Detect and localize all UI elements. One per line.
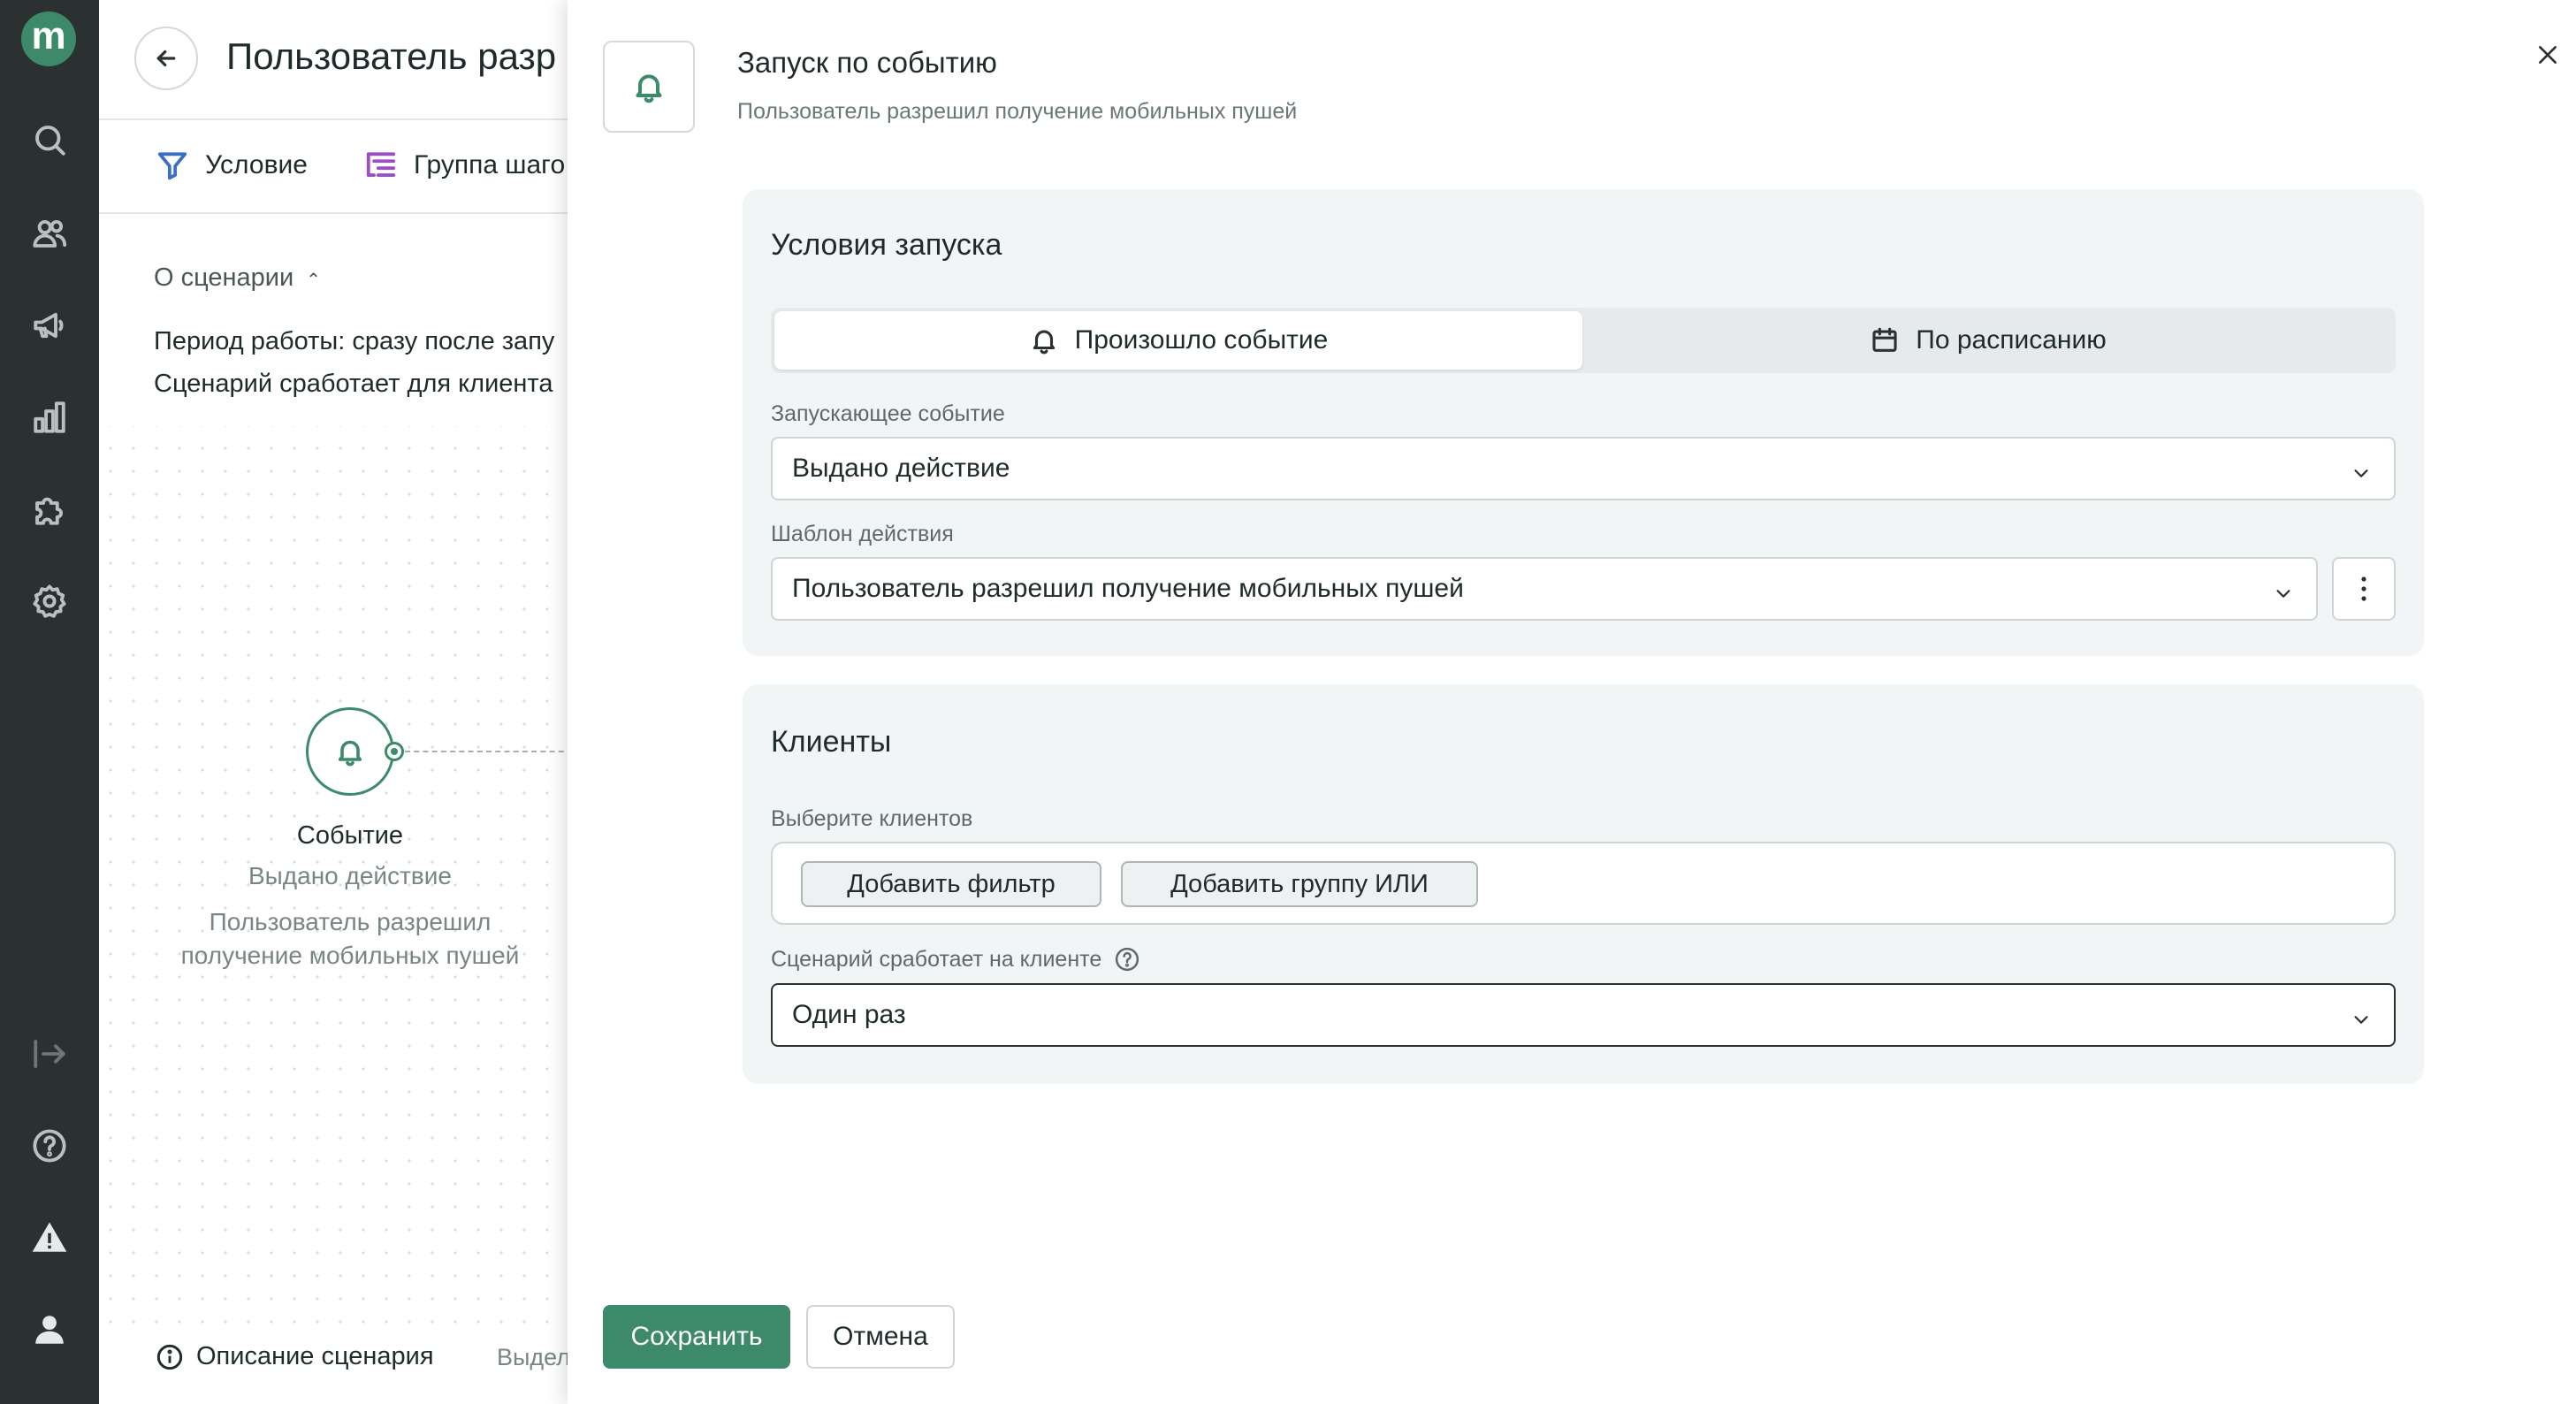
launch-conditions-title: Условия запуска <box>771 228 1002 262</box>
drawer-title: Запуск по событию <box>737 46 997 79</box>
close-icon <box>2539 46 2557 64</box>
back-button[interactable] <box>134 27 198 90</box>
add-filter-button[interactable]: Добавить фильтр <box>801 861 1101 907</box>
search-icon[interactable] <box>27 117 72 163</box>
scenario-footer: Описание сценария Выдел <box>99 1326 568 1404</box>
add-step-group-button[interactable]: Группа шаго <box>364 149 565 182</box>
add-condition-button[interactable]: Условие <box>156 149 308 182</box>
app-rail: m <box>0 0 99 1404</box>
step-group-icon <box>366 152 396 177</box>
template-more-button[interactable] <box>2332 557 2396 621</box>
info-icon <box>156 1344 183 1370</box>
bell-icon <box>338 740 362 767</box>
logout-icon[interactable] <box>27 1031 72 1077</box>
filter-icon <box>157 152 187 180</box>
about-period: Период работы: сразу после запу <box>154 327 555 355</box>
trigger-event-select[interactable]: Выдано действие <box>771 437 2396 500</box>
node-event: Выдано действие <box>248 862 452 889</box>
chevron-down-icon <box>2351 1006 2371 1026</box>
calendar-icon <box>1872 327 1897 352</box>
action-template-value: Пользователь разрешил получение мобильны… <box>792 574 1464 603</box>
mode-schedule-option[interactable]: По расписанию <box>1584 311 2392 370</box>
trigger-event-value: Выдано действие <box>792 454 1010 483</box>
node-type: Событие <box>296 821 404 850</box>
bell-icon <box>636 74 662 103</box>
about-heading: О сценарии <box>154 263 294 292</box>
description-label: Описание сценария <box>196 1342 434 1370</box>
user-icon[interactable] <box>27 1307 72 1353</box>
cancel-button[interactable]: Отмена <box>806 1305 955 1369</box>
more-vertical-icon <box>2361 576 2366 601</box>
chevron-down-icon <box>2274 580 2293 599</box>
app-logo[interactable]: m <box>21 11 76 66</box>
node-template: Пользователь разрешил получение мобильны… <box>180 908 520 969</box>
bell-icon <box>1033 330 1055 355</box>
mode-schedule-label: По расписанию <box>1916 325 2107 355</box>
launch-settings-drawer: Запуск по событию Пользователь разрешил … <box>568 0 2576 1404</box>
select-clients-label: Выберите клиентов <box>771 806 973 831</box>
save-button[interactable]: Сохранить <box>603 1305 790 1369</box>
users-icon[interactable] <box>27 210 72 256</box>
event-node[interactable] <box>306 707 394 796</box>
action-template-label: Шаблон действия <box>771 522 954 546</box>
drawer-event-badge <box>603 41 695 133</box>
frequency-label: Сценарий сработает на клиенте <box>771 946 1102 972</box>
frequency-value: Один раз <box>792 1000 906 1029</box>
clients-title: Клиенты <box>771 725 892 759</box>
bar-chart-icon[interactable] <box>27 394 72 440</box>
chevron-up-icon: ⌃ <box>306 271 322 290</box>
launch-mode-switch: Произошло событие По расписанию <box>771 308 2396 373</box>
selected-label: Выдел <box>497 1344 568 1370</box>
warning-icon[interactable] <box>27 1215 72 1261</box>
frequency-select[interactable]: Один раз <box>771 983 2396 1047</box>
frequency-label-row: Сценарий сработает на клиенте <box>771 946 1140 973</box>
add-or-group-button[interactable]: Добавить группу ИЛИ <box>1121 861 1478 907</box>
client-filter-box: Добавить фильтр Добавить группу ИЛИ <box>771 842 2396 925</box>
add-step-group-label: Группа шаго <box>414 150 566 179</box>
help-icon[interactable] <box>27 1123 72 1169</box>
node-output-port[interactable] <box>385 742 404 761</box>
scenario-canvas: Пользователь разр Условие Группа шаго О … <box>99 0 568 1404</box>
help-icon[interactable] <box>1114 946 1140 973</box>
arrow-left-icon <box>156 50 176 67</box>
scenario-header: Пользователь разр <box>99 0 568 120</box>
clients-card: Клиенты Выберите клиентов Добавить фильт… <box>743 684 2424 1084</box>
scenario-about: О сценарии ⌃ Период работы: сразу после … <box>99 214 568 426</box>
drawer-subtitle: Пользователь разрешил получение мобильны… <box>737 99 1298 124</box>
mode-event-label: Произошло событие <box>1074 325 1329 355</box>
scenario-title: Пользователь разр <box>226 35 557 77</box>
close-button[interactable] <box>2532 39 2564 71</box>
trigger-event-label: Запускающее событие <box>771 401 1005 426</box>
node-connection <box>405 751 568 752</box>
scenario-toolbar: Условие Группа шаго <box>99 120 568 214</box>
megaphone-icon[interactable] <box>27 302 72 348</box>
about-toggle[interactable]: О сценарии ⌃ <box>154 263 321 293</box>
gear-icon[interactable] <box>27 578 72 624</box>
action-template-select[interactable]: Пользователь разрешил получение мобильны… <box>771 557 2318 621</box>
add-condition-label: Условие <box>205 150 308 179</box>
chevron-down-icon <box>2351 460 2371 479</box>
puzzle-icon[interactable] <box>27 486 72 532</box>
about-works-for: Сценарий сработает для клиента <box>154 370 553 398</box>
scenario-description-link[interactable]: Описание сценария <box>156 1342 434 1371</box>
mode-event-option[interactable]: Произошло событие <box>774 311 1582 370</box>
launch-conditions-card: Условия запуска Произошло событие По рас… <box>743 189 2424 656</box>
